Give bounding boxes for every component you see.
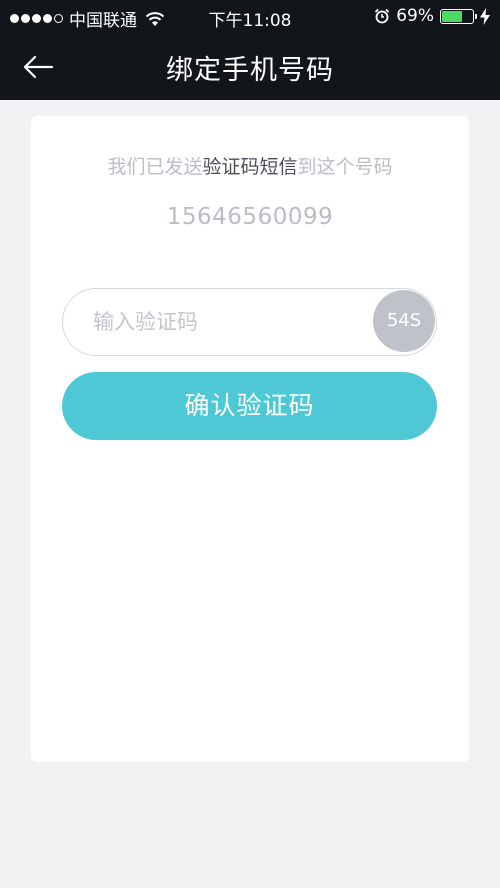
hint-prefix: 我们已发送 — [107, 156, 203, 178]
alarm-icon — [375, 8, 390, 24]
hint-suffix: 到这个号码 — [297, 156, 393, 178]
phone-number: 15646560099 — [166, 204, 334, 230]
code-field: 54S — [62, 288, 437, 356]
status-right: 69% — [374, 6, 490, 26]
battery-icon — [440, 8, 477, 24]
nav-bar: 绑定手机号码 — [0, 34, 500, 100]
charging-bolt-icon — [480, 7, 490, 25]
verification-card: 我们已发送验证码短信到这个号码 15646560099 54S 确认验证码 — [31, 116, 469, 762]
confirm-code-button[interactable]: 确认验证码 — [62, 372, 437, 440]
page-title: 绑定手机号码 — [166, 55, 334, 86]
resend-countdown-button[interactable]: 54S — [373, 290, 435, 352]
battery-percent: 69% — [396, 6, 434, 26]
status-bar: 中国联通 下午11:08 69% — [0, 0, 500, 34]
sent-hint: 我们已发送验证码短信到这个号码 — [31, 152, 469, 179]
battery-fill — [442, 10, 462, 22]
code-input[interactable] — [93, 289, 363, 354]
hint-emphasis: 验证码短信 — [202, 156, 298, 178]
